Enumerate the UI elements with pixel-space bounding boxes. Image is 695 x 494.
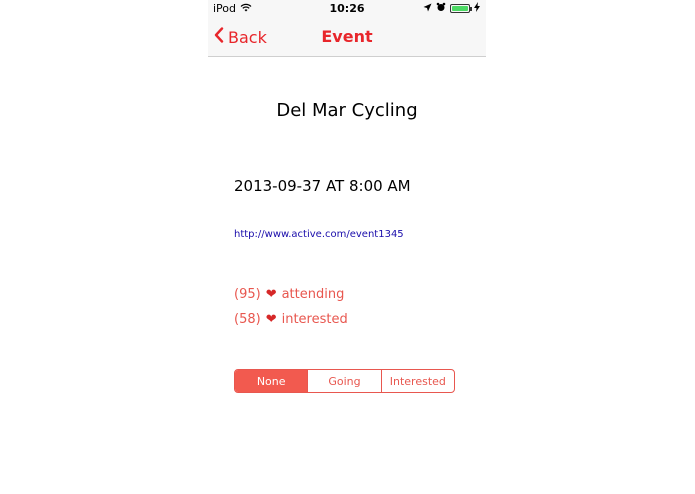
heart-icon: ❤ [265,287,277,302]
event-link[interactable]: http://www.active.com/event1345 [234,229,404,240]
heart-icon: ❤ [265,312,277,327]
charging-bolt-icon [474,2,480,15]
battery-icon [450,4,472,13]
battery-fill [452,6,468,11]
attending-stat: (95) ❤ attending [234,287,344,302]
attending-label: attending [281,287,345,302]
interested-count: (58) [234,312,261,327]
phone-screen: iPod 10:26 Back Event Del Mar Cycling 20… [208,0,486,494]
segment-none[interactable]: None [235,370,309,392]
status-bar: iPod 10:26 [208,0,486,18]
event-title: Del Mar Cycling [276,100,418,121]
navigation-bar: Back Event [208,18,486,57]
attending-count: (95) [234,287,261,302]
rsvp-segmented-control: None Going Interested [234,369,455,393]
interested-stat: (58) ❤ interested [234,312,348,327]
location-arrow-icon [423,2,432,15]
nav-title: Event [321,27,373,46]
segment-interested[interactable]: Interested [382,370,454,392]
status-right [423,2,480,15]
event-datetime: 2013-09-37 AT 8:00 AM [234,177,411,195]
alarm-clock-icon [436,2,446,15]
interested-label: interested [281,312,348,327]
segment-going[interactable]: Going [308,370,382,392]
battery-tip [470,7,472,11]
